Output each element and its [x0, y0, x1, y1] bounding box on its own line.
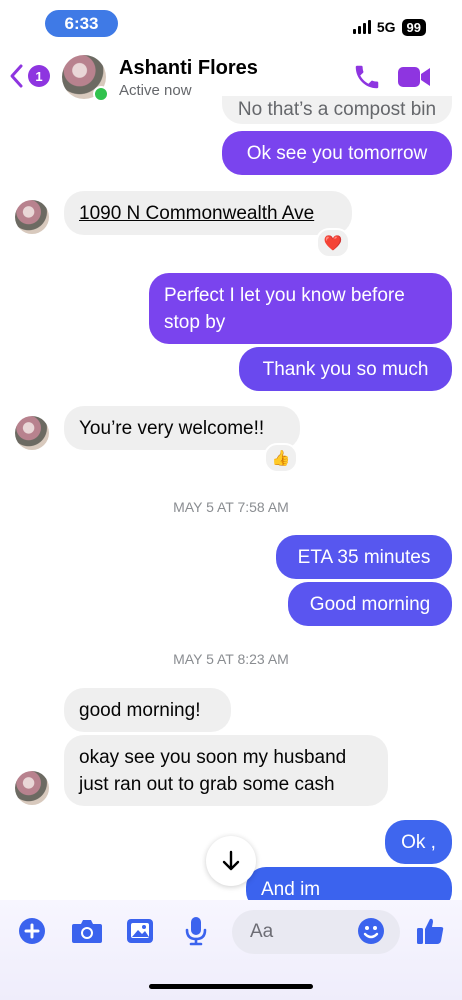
- voice-button[interactable]: [181, 916, 211, 946]
- message-bubble[interactable]: Ok ,: [385, 820, 452, 864]
- video-icon[interactable]: [397, 64, 431, 90]
- home-indicator: [149, 984, 313, 989]
- status-indicators: 5G 99: [352, 17, 426, 37]
- plus-icon: [19, 918, 45, 944]
- like-button[interactable]: [414, 916, 446, 946]
- timestamp: MAY 5 AT 7:58 AM: [173, 499, 289, 515]
- address-link[interactable]: 1090 N Commonwealth Ave: [64, 191, 352, 235]
- contact-name[interactable]: Ashanti Flores: [119, 57, 258, 80]
- microphone-icon: [185, 917, 207, 946]
- network-label: 5G: [376, 19, 396, 35]
- phone-icon[interactable]: [352, 62, 382, 92]
- active-status: Active now: [119, 82, 192, 99]
- unread-count-badge: 1: [28, 65, 50, 87]
- emoji-button[interactable]: [356, 916, 386, 946]
- status-time: 6:33: [45, 10, 118, 37]
- heart-reaction[interactable]: ❤️: [316, 228, 350, 258]
- message-bubble[interactable]: Ok see you tomorrow: [222, 131, 452, 175]
- message-bubble[interactable]: good morning!: [64, 688, 231, 732]
- timestamp: MAY 5 AT 8:23 AM: [173, 651, 289, 667]
- message-bubble[interactable]: Good morning: [288, 582, 452, 626]
- message-bubble[interactable]: Thank you so much: [239, 347, 452, 391]
- camera-button[interactable]: [71, 916, 103, 946]
- online-indicator: [93, 86, 109, 102]
- battery-level: 99: [401, 18, 426, 36]
- image-icon: [127, 919, 153, 943]
- signal-icon: [352, 20, 371, 34]
- sender-avatar: [15, 200, 49, 234]
- plus-button[interactable]: [17, 916, 47, 946]
- thumbs-up-icon: [417, 918, 444, 944]
- arrow-down-icon: [222, 850, 240, 871]
- message-bubble[interactable]: You’re very welcome!!: [64, 406, 300, 450]
- camera-icon: [72, 920, 102, 943]
- sender-avatar: [15, 771, 49, 805]
- back-button[interactable]: 1: [8, 63, 50, 89]
- emoji-icon: [358, 918, 384, 944]
- thumbs-up-reaction[interactable]: 👍: [264, 443, 298, 473]
- message-bubble[interactable]: No that’s a compost bin: [222, 96, 452, 124]
- message-bubble[interactable]: Perfect I let you know before stop by: [149, 273, 452, 344]
- message-bubble[interactable]: okay see you soon my husband just ran ou…: [64, 735, 388, 806]
- gallery-button[interactable]: [125, 916, 155, 946]
- message-bubble[interactable]: ETA 35 minutes: [276, 535, 452, 579]
- scroll-down-button[interactable]: [206, 836, 256, 886]
- sender-avatar: [15, 416, 49, 450]
- back-chevron-icon: [10, 64, 23, 88]
